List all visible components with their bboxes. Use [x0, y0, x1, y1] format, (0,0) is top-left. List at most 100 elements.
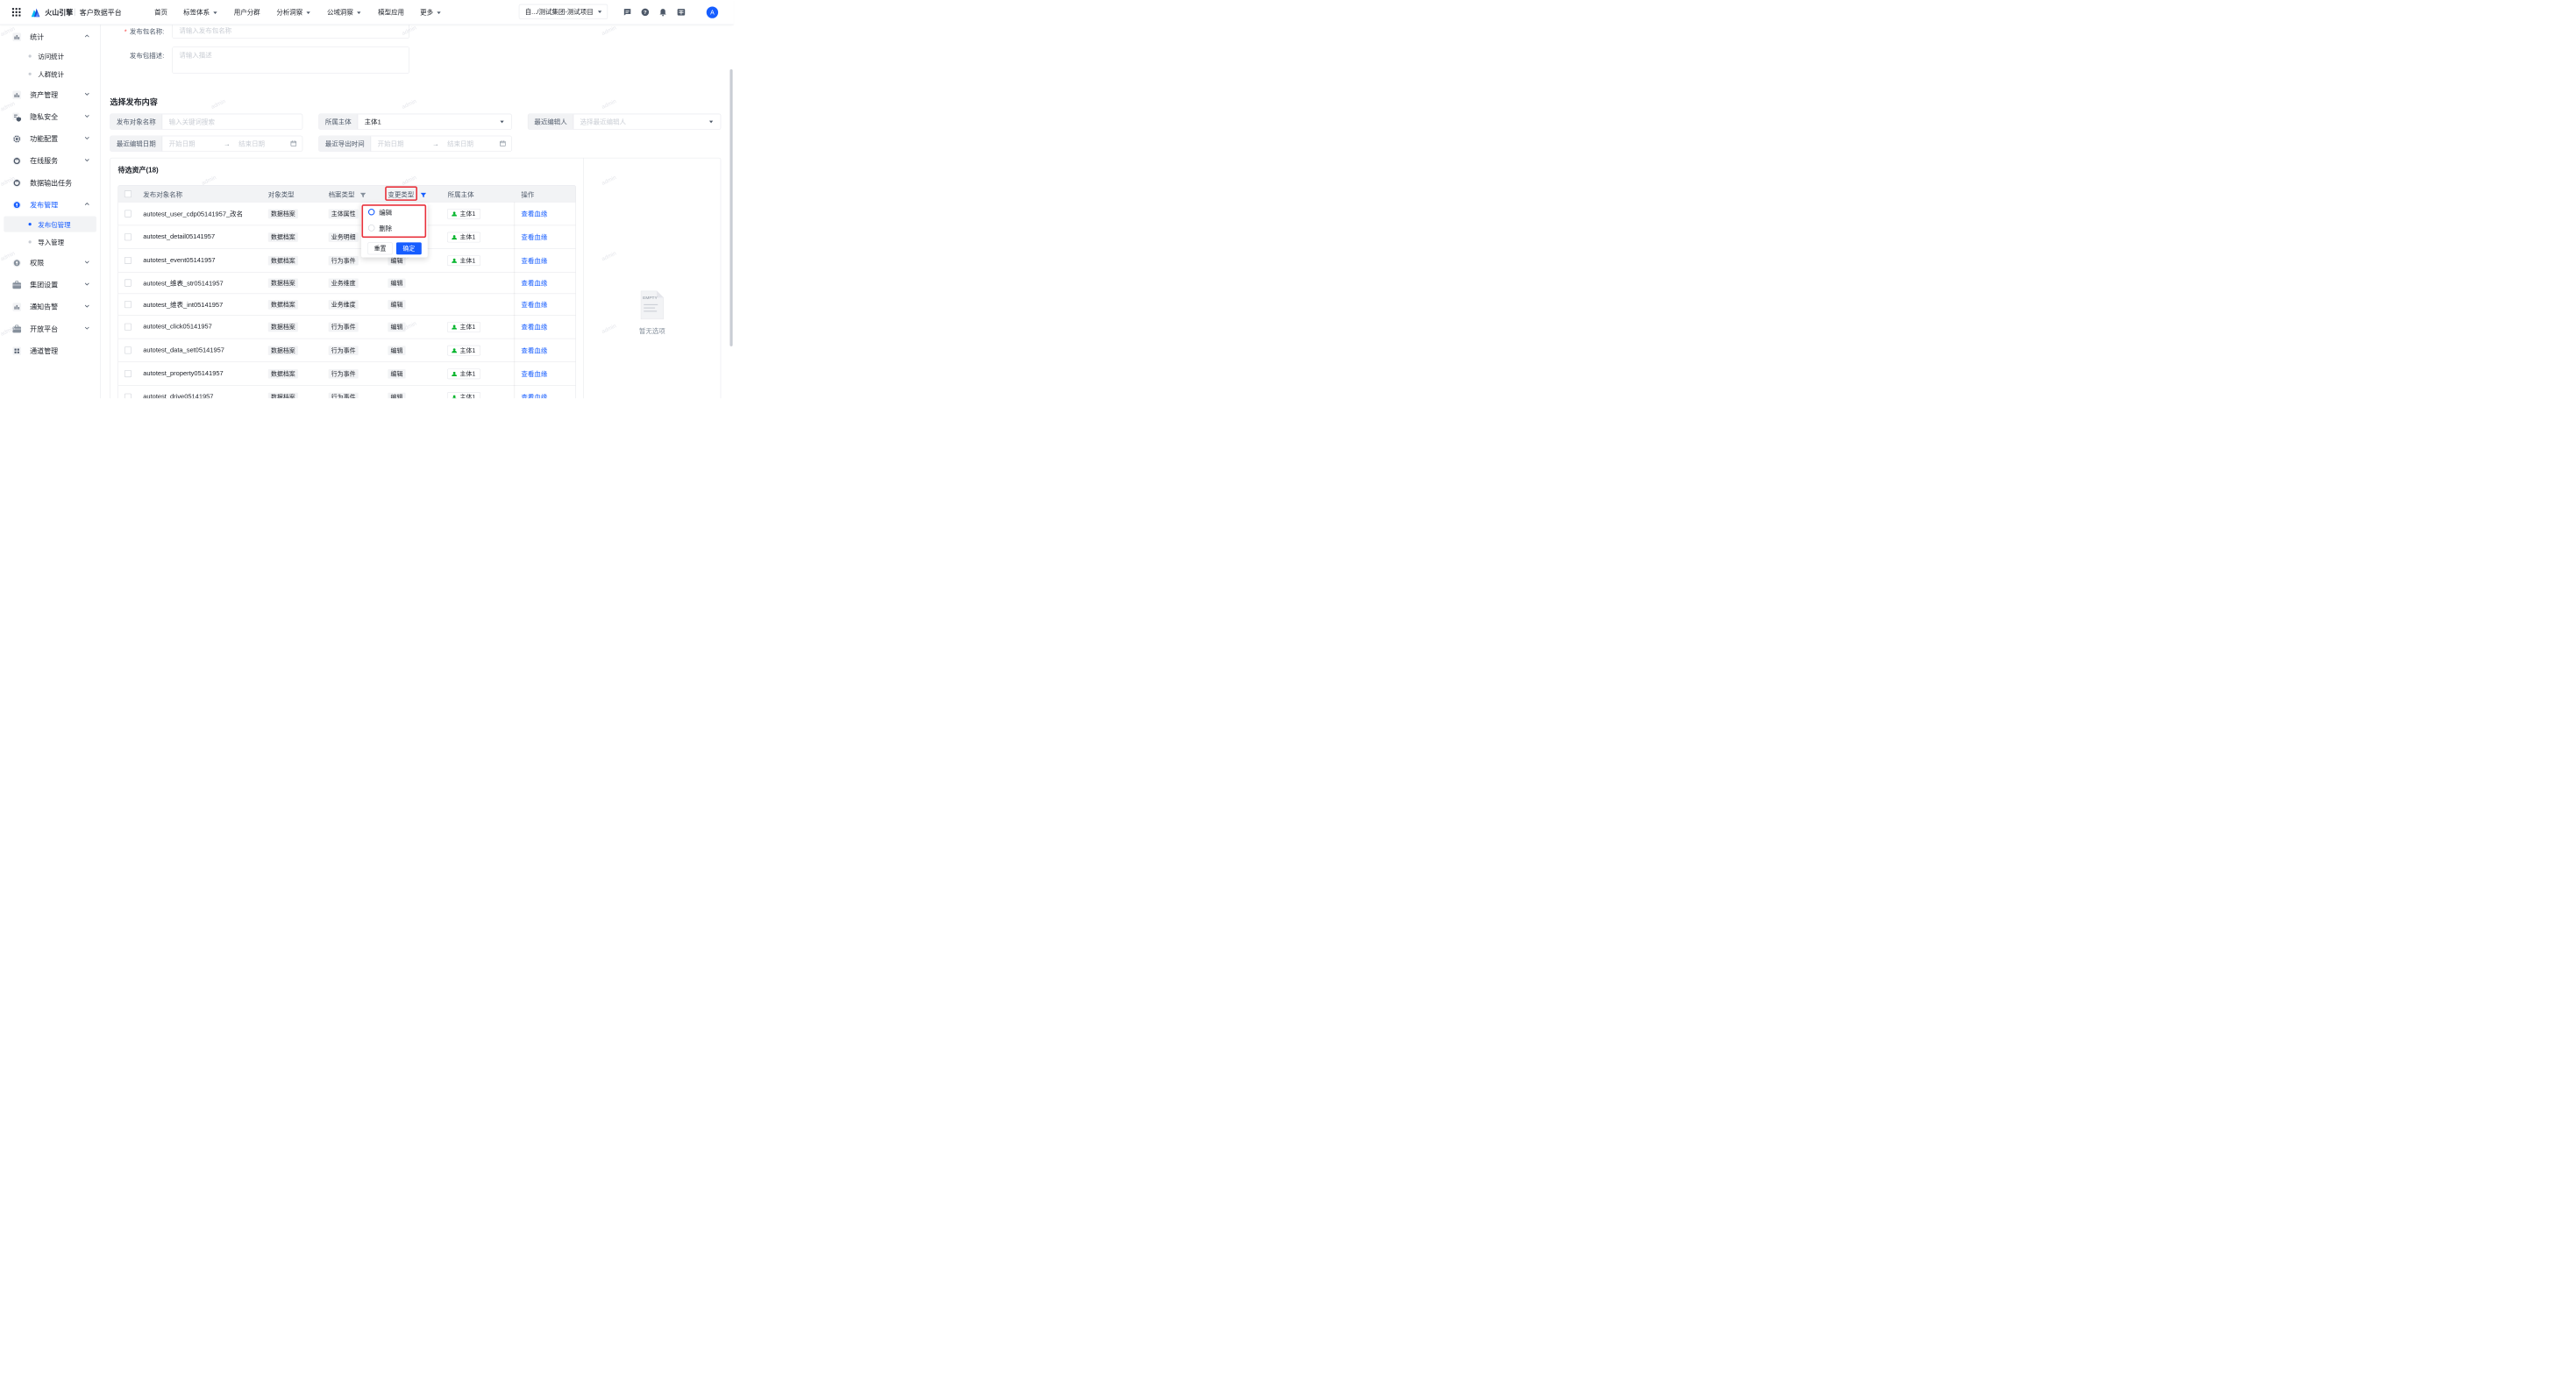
object-name: autotest_detail05141957 [143, 232, 216, 240]
person-icon [452, 348, 458, 353]
object-type-tag: 数据档案 [267, 300, 298, 310]
table-row[interactable]: autotest_user_cdp05141957_改名 数据档案 主体属性 主体1 查… [117, 202, 576, 226]
row-checkbox[interactable] [124, 256, 132, 264]
start-date-input[interactable]: 开始日期 [378, 140, 404, 148]
vertical-scrollbar[interactable] [729, 68, 733, 346]
view-lineage-link[interactable]: 查看血缘 [521, 369, 547, 379]
archive-type-tag: 主体属性 [328, 209, 359, 219]
chevron-down-icon [84, 260, 89, 264]
filter-label: 最近编辑人 [528, 114, 574, 130]
sidebar-item-data-export[interactable]: 数据输出任务 [0, 173, 100, 191]
sidebar-sub-visit-stats[interactable]: 访问统计 [4, 48, 96, 64]
owner-tag: 主体1 [447, 368, 481, 380]
language-icon[interactable] [677, 8, 686, 17]
user-avatar[interactable]: A [706, 6, 719, 18]
archive-type-tag: 行为事件 [328, 255, 359, 266]
table-row[interactable]: autotest_property05141957 数据档案 行为事件 编辑 主体1 查看… [117, 362, 576, 386]
view-lineage-link[interactable]: 查看血缘 [521, 278, 547, 288]
end-date-input[interactable]: 结束日期 [447, 136, 473, 151]
owner-select[interactable]: 主体1 [358, 114, 511, 129]
message-icon[interactable] [623, 8, 632, 17]
sidebar-item-label: 通知告警 [30, 303, 59, 311]
object-name-search-input[interactable]: 输入关键词搜索 [162, 114, 302, 129]
view-lineage-link[interactable]: 查看血缘 [521, 256, 547, 266]
filter-option-delete[interactable]: 删除 [365, 221, 423, 236]
reset-button[interactable]: 重置 [367, 242, 393, 255]
archive-type-tag: 行为事件 [328, 369, 359, 379]
radio-button[interactable] [367, 208, 375, 216]
filter-option-edit[interactable]: 编辑 [365, 205, 423, 220]
table-row[interactable]: autotest_维表_int05141957 数据档案 业务维度 编辑 查看血缘 [117, 294, 576, 316]
help-icon[interactable]: ? [641, 8, 650, 17]
table-row[interactable]: autotest_维表_str05141957 数据档案 业务维度 编辑 查看血缘 [117, 272, 576, 295]
object-name: autotest_drive05141957 [143, 392, 214, 399]
start-date-input[interactable]: 开始日期 [169, 140, 196, 148]
radio-button[interactable] [367, 225, 375, 232]
bell-icon[interactable] [658, 8, 667, 17]
view-lineage-link[interactable]: 查看血缘 [521, 393, 547, 398]
change-type-tag: 编辑 [388, 369, 406, 379]
table-row[interactable]: autotest_data_set05141957 数据档案 行为事件 编辑 主体1 查看… [117, 339, 576, 363]
key-icon [12, 259, 22, 267]
sidebar-item-label: 通道管理 [30, 346, 59, 356]
nav-tag-system[interactable]: 标签体系 [183, 8, 217, 18]
view-lineage-link[interactable]: 查看血缘 [521, 232, 547, 242]
nav-public-insight[interactable]: 公域洞察 [327, 8, 361, 18]
sidebar-item-label: 权限 [30, 259, 45, 267]
view-lineage-link[interactable]: 查看血缘 [521, 346, 547, 355]
table-row[interactable]: autotest_click05141957 数据档案 行为事件 编辑 主体1 查看血缘 [117, 315, 576, 339]
nav-user-segment[interactable]: 用户分群 [234, 8, 260, 18]
row-checkbox[interactable] [124, 370, 132, 378]
sidebar-item-asset-mgmt[interactable]: 资产管理 [0, 85, 100, 103]
package-name-input[interactable]: 请输入发布包名称 [172, 24, 409, 39]
package-name-label: * 发布包名称: [124, 27, 165, 36]
person-icon [452, 325, 458, 330]
row-checkbox[interactable] [124, 346, 132, 354]
edit-date-range-picker[interactable]: 开始日期 → 结束日期 [162, 136, 302, 151]
package-desc-textarea[interactable]: 请输入描述 [172, 46, 409, 74]
table-row[interactable]: autotest_event05141957 数据档案 行为事件 编辑 主体1 查看血缘 [117, 248, 576, 273]
filter-icon[interactable] [359, 192, 366, 198]
sidebar-item-feature-config[interactable]: 功能配置 [0, 129, 100, 147]
app-grid-icon[interactable] [11, 8, 21, 17]
sidebar-item-privacy[interactable]: 隐私安全 [0, 107, 100, 125]
row-checkbox[interactable] [124, 279, 132, 287]
select-all-checkbox[interactable] [124, 190, 132, 198]
nav-home[interactable]: 首页 [154, 8, 167, 18]
project-select[interactable]: 自.../测试集团-测试项目 [518, 4, 608, 19]
confirm-button[interactable]: 确定 [395, 242, 422, 255]
sidebar-item-group-settings[interactable]: 集团设置 [0, 275, 100, 294]
sidebar-item-online-service[interactable]: 在线服务 [0, 151, 100, 169]
end-date-input[interactable]: 结束日期 [238, 136, 265, 151]
view-lineage-link[interactable]: 查看血缘 [521, 210, 547, 219]
nav-model-app[interactable]: 模型应用 [378, 8, 404, 18]
filter-active-icon[interactable] [420, 192, 427, 198]
sidebar-sub-import-mgmt[interactable]: 导入管理 [4, 234, 96, 250]
export-time-range-picker[interactable]: 开始日期 → 结束日期 [371, 136, 511, 151]
view-lineage-link[interactable]: 查看血缘 [521, 300, 547, 310]
view-lineage-link[interactable]: 查看血缘 [521, 323, 547, 332]
row-checkbox[interactable] [124, 301, 132, 309]
sidebar-item-label: 发布管理 [30, 201, 59, 210]
row-checkbox[interactable] [124, 233, 132, 241]
person-icon [452, 211, 458, 217]
nav-analysis[interactable]: 分析洞察 [276, 8, 310, 18]
sidebar-item-publish-mgmt[interactable]: 发布管理 [0, 196, 100, 214]
row-checkbox[interactable] [124, 210, 132, 218]
nav-more[interactable]: 更多 [420, 8, 441, 18]
row-checkbox[interactable] [124, 393, 132, 399]
table-row[interactable]: autotest_drive05141957 数据档案 行为事件 编辑 主体1 查看血缘 [117, 385, 576, 399]
sidebar-item-channel-mgmt[interactable]: 通道管理 [0, 341, 100, 360]
row-checkbox[interactable] [124, 323, 132, 331]
table-row[interactable]: autotest_detail05141957 数据档案 业务明细 主体1 查看血缘 [117, 225, 576, 249]
range-arrow-icon: → [432, 139, 439, 148]
column-header: 发布对象名称 [143, 190, 183, 199]
sidebar-item-notification[interactable]: 通知告警 [0, 297, 100, 316]
bar-chart-icon [12, 90, 22, 100]
change-type-tag: 编辑 [388, 300, 406, 310]
object-name: autotest_维表_int05141957 [143, 301, 224, 309]
sidebar-sub-crowd-stats[interactable]: 人群统计 [4, 66, 96, 82]
editor-select[interactable]: 选择最近编辑人 [573, 114, 721, 129]
sidebar-sub-publish-package[interactable]: 发布包管理 [4, 216, 96, 232]
chevron-down-icon [306, 11, 310, 14]
